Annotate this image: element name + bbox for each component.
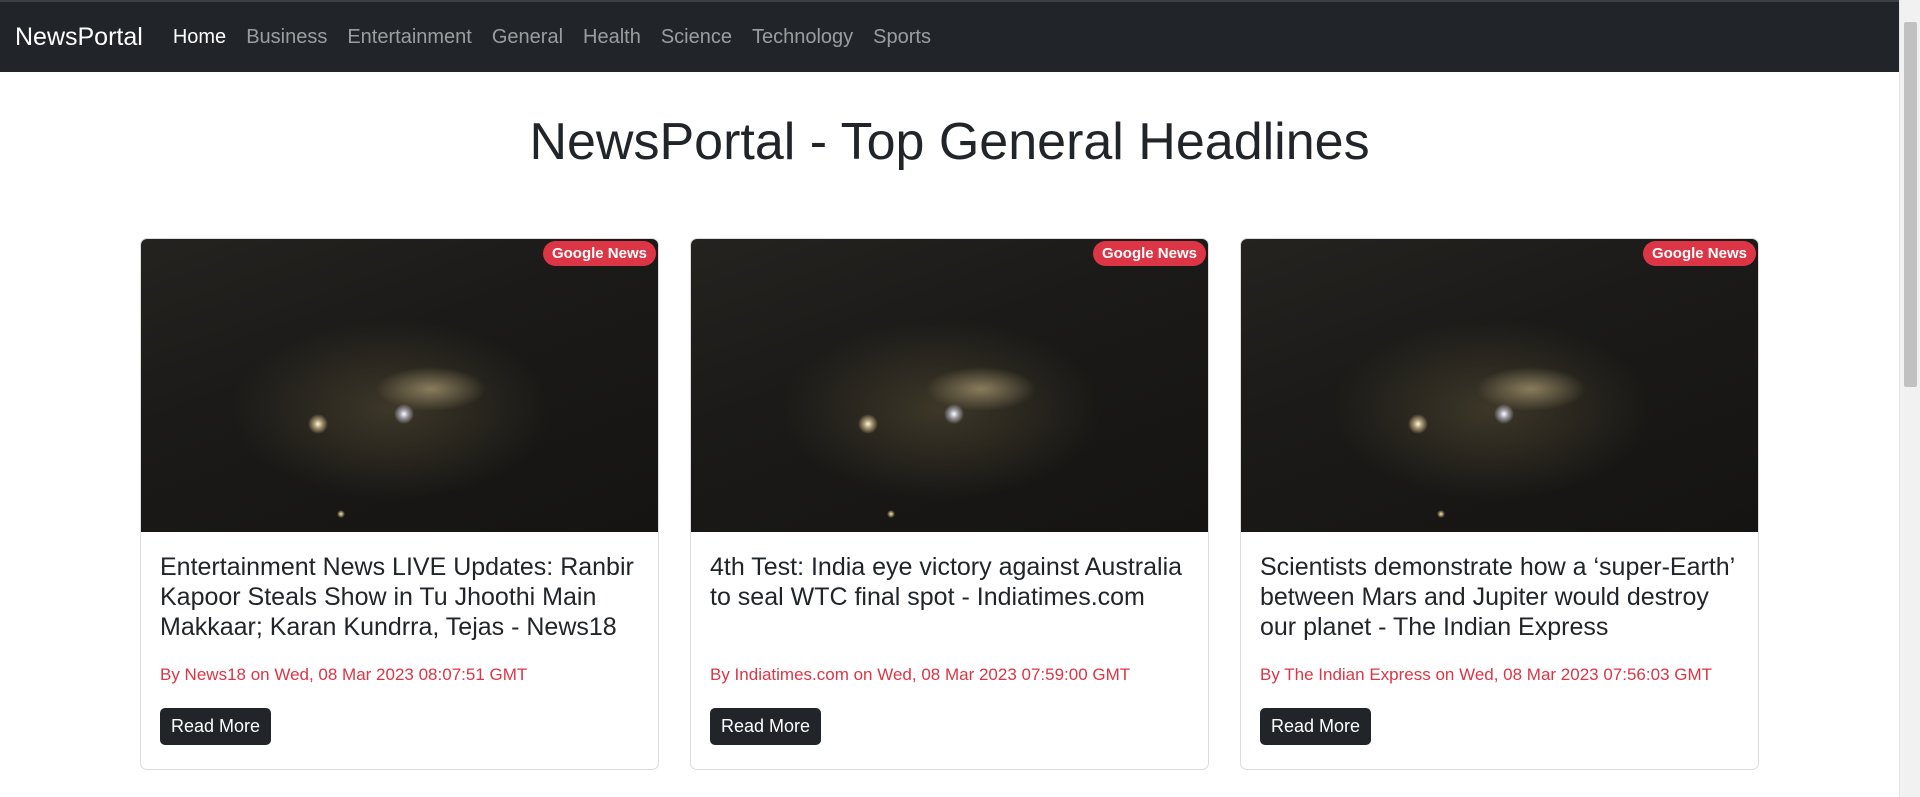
nav-link-general[interactable]: General bbox=[492, 26, 563, 49]
vertical-scrollbar[interactable] bbox=[1899, 0, 1920, 797]
news-byline: By Indiatimes.com on Wed, 08 Mar 2023 07… bbox=[710, 665, 1131, 684]
read-more-button[interactable]: Read More bbox=[160, 708, 272, 745]
page-title: NewsPortal - Top General Headlines bbox=[529, 113, 1370, 171]
news-card-grid: Google News Entertainment News LIVE Upda… bbox=[140, 238, 1759, 770]
news-card: Google News Entertainment News LIVE Upda… bbox=[140, 238, 659, 770]
news-byline: By News18 on Wed, 08 Mar 2023 08:07:51 G… bbox=[160, 665, 528, 684]
news-image bbox=[141, 239, 658, 532]
news-title: Scientists demonstrate how a ‘super-Eart… bbox=[1260, 553, 1735, 641]
nav-link-home[interactable]: Home bbox=[173, 26, 226, 49]
nav-link-sports[interactable]: Sports bbox=[873, 26, 931, 49]
nav-link-health[interactable]: Health bbox=[583, 26, 641, 49]
news-image bbox=[1241, 239, 1758, 532]
news-title: 4th Test: India eye victory against Aust… bbox=[710, 553, 1183, 611]
nav-link-entertainment[interactable]: Entertainment bbox=[347, 26, 472, 49]
news-card: Google News 4th Test: India eye victory … bbox=[690, 238, 1209, 770]
card-body: 4th Test: India eye victory against Aust… bbox=[691, 532, 1208, 745]
nav-link-business[interactable]: Business bbox=[246, 26, 327, 49]
top-navbar: NewsPortal Home Business Entertainment G… bbox=[0, 0, 1899, 72]
card-body: Scientists demonstrate how a ‘super-Eart… bbox=[1241, 532, 1758, 745]
nav-link-science[interactable]: Science bbox=[661, 26, 732, 49]
nav-link-technology[interactable]: Technology bbox=[752, 26, 853, 49]
page: NewsPortal Home Business Entertainment G… bbox=[0, 0, 1920, 797]
source-badge: Google News bbox=[542, 241, 656, 266]
card-body: Entertainment News LIVE Updates: Ranbir … bbox=[141, 532, 658, 745]
source-badge: Google News bbox=[1092, 241, 1206, 266]
nav-links: Home Business Entertainment General Heal… bbox=[173, 26, 951, 49]
news-byline: By The Indian Express on Wed, 08 Mar 202… bbox=[1260, 665, 1713, 684]
read-more-button[interactable]: Read More bbox=[1260, 708, 1372, 745]
news-card: Google News Scientists demonstrate how a… bbox=[1240, 238, 1759, 770]
read-more-button[interactable]: Read More bbox=[710, 708, 822, 745]
brand-link[interactable]: NewsPortal bbox=[15, 23, 143, 52]
scrollbar-thumb[interactable] bbox=[1904, 22, 1917, 387]
news-image bbox=[691, 239, 1208, 532]
news-title: Entertainment News LIVE Updates: Ranbir … bbox=[160, 553, 634, 641]
source-badge: Google News bbox=[1642, 241, 1756, 266]
